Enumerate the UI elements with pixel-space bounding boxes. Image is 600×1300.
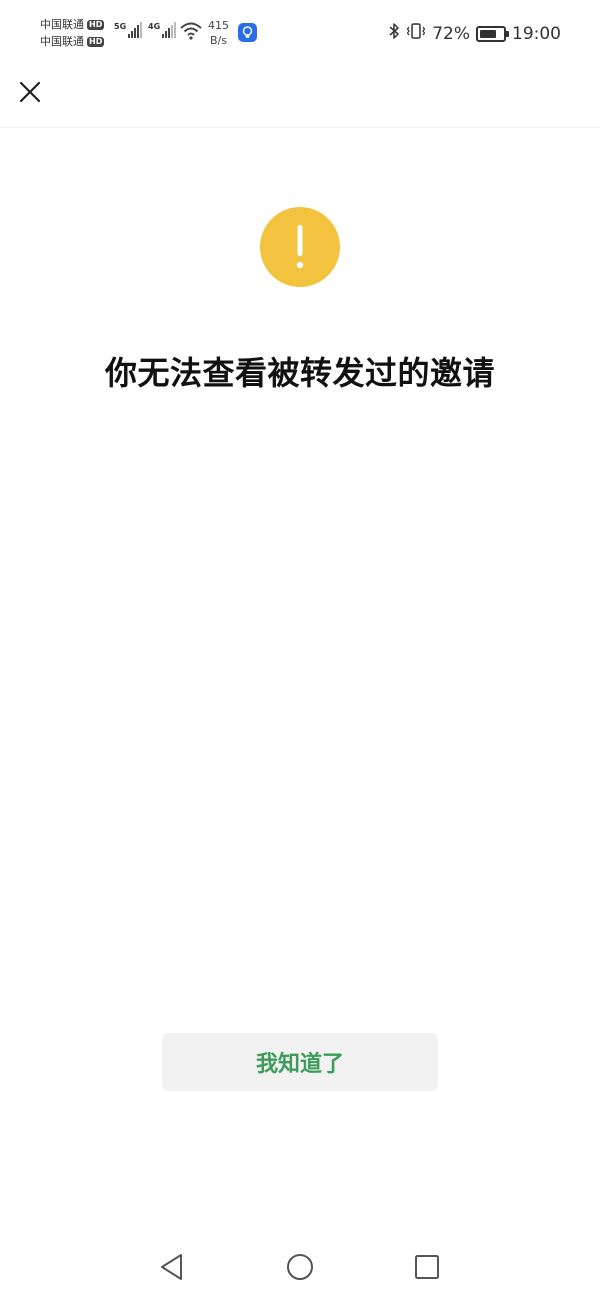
- carrier-name-2: 中国联通: [40, 35, 84, 48]
- signal-icon-4g: 4G: [148, 22, 177, 38]
- home-icon: [287, 1254, 313, 1280]
- back-button[interactable]: [157, 1252, 187, 1282]
- warning-icon: [260, 207, 340, 287]
- clock-time: 19:00: [512, 23, 561, 44]
- app-notification-icon: [238, 23, 257, 42]
- battery-icon: [476, 25, 509, 42]
- signal-gen-label-1: 5G: [114, 22, 127, 31]
- navigation-bar: [0, 1230, 600, 1300]
- back-icon: [161, 1254, 182, 1280]
- network-speed-value: 415: [208, 19, 229, 32]
- hd-badge-2: HD: [87, 36, 105, 47]
- battery-percent: 72%: [432, 23, 470, 44]
- carrier-info: 中国联通 HD 中国联通 HD: [40, 16, 105, 50]
- close-button[interactable]: [14, 76, 46, 108]
- carrier-line-2: 中国联通 HD: [40, 33, 105, 50]
- home-button[interactable]: [285, 1252, 315, 1282]
- header: [0, 66, 600, 128]
- carrier-line-1: 中国联通 HD: [40, 16, 105, 33]
- recents-icon: [415, 1255, 439, 1279]
- signal-gen-label-2: 4G: [148, 22, 161, 31]
- carrier-name-1: 中国联通: [40, 18, 84, 31]
- recents-button[interactable]: [412, 1252, 442, 1282]
- bluetooth-icon: [388, 22, 400, 45]
- vibrate-icon: [406, 22, 426, 45]
- status-right-group: 72% 19:00: [388, 22, 561, 45]
- status-bar: 中国联通 HD 中国联通 HD 5G 4G 415 B/s 72% 19:00: [0, 0, 600, 66]
- wifi-icon: [180, 22, 202, 44]
- page-title: 你无法查看被转发过的邀请: [104, 354, 495, 392]
- signal-icon-5g: 5G: [114, 22, 143, 38]
- close-icon: [19, 81, 41, 103]
- network-speed-unit: B/s: [210, 34, 227, 47]
- ok-button[interactable]: 我知道了: [162, 1033, 438, 1091]
- hd-badge-1: HD: [87, 19, 105, 30]
- network-speed: 415 B/s: [208, 18, 229, 48]
- battery-fill: [480, 29, 496, 38]
- screen: 中国联通 HD 中国联通 HD 5G 4G 415 B/s 72% 19:00 …: [0, 0, 600, 1300]
